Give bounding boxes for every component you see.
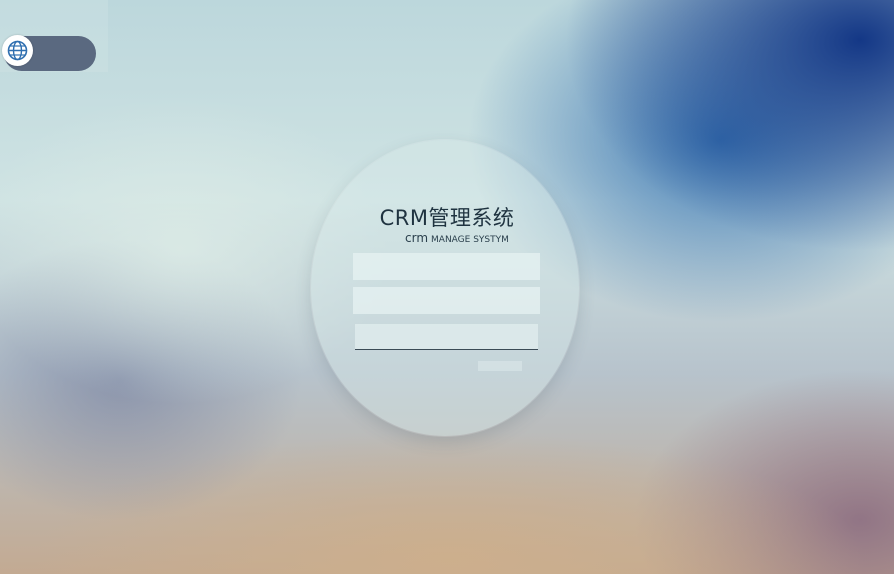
app-title: CRM管理系统 (379, 206, 515, 230)
app-subtitle: crm MANAGE SYSTYM (405, 231, 509, 245)
password-input[interactable] (353, 287, 540, 314)
login-button[interactable] (478, 361, 522, 371)
captcha-input[interactable] (355, 324, 538, 350)
username-input[interactable] (353, 253, 540, 280)
globe-icon[interactable] (2, 35, 33, 66)
subtitle-text: MANAGE SYSTYM (431, 235, 509, 245)
subtitle-crm: crm (405, 231, 429, 245)
login-background: CRM管理系统 crm MANAGE SYSTYM (0, 0, 894, 574)
